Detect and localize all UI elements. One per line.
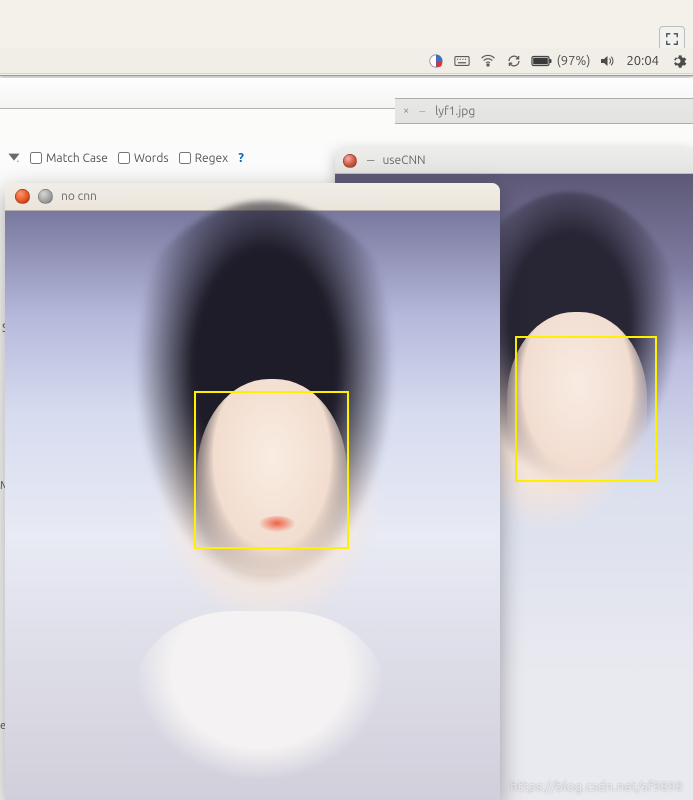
- window-nocnn-content: [5, 211, 500, 800]
- close-icon[interactable]: [343, 154, 357, 168]
- window-usecnn-title: useCNN: [382, 154, 425, 167]
- volume-icon: [599, 53, 615, 69]
- window-nocnn-title: no cnn: [61, 190, 97, 203]
- regex-option[interactable]: Regex: [179, 152, 229, 165]
- minimize-icon[interactable]: [38, 189, 53, 204]
- system-panel: (97%) 20:04: [0, 48, 693, 74]
- tab-title: lyf1.jpg: [435, 105, 475, 118]
- find-bar: . Match Case Words Regex ?: [0, 146, 356, 170]
- regex-label: Regex: [195, 152, 229, 165]
- battery-indicator[interactable]: (97%): [531, 54, 591, 68]
- gear-icon: [669, 52, 687, 70]
- close-icon[interactable]: [15, 189, 30, 204]
- face-bbox: [515, 336, 657, 482]
- keyboard-icon: [454, 53, 470, 69]
- words-option[interactable]: Words: [118, 152, 169, 165]
- clock[interactable]: 20:04: [624, 54, 661, 68]
- globe-icon: [428, 53, 444, 69]
- document-tab-lyf1[interactable]: × – lyf1.jpg: [395, 98, 693, 124]
- minimize-icon[interactable]: –: [367, 155, 374, 165]
- window-nocnn[interactable]: no cnn: [5, 183, 500, 800]
- sync-indicator-icon[interactable]: [505, 52, 523, 70]
- indicator-app-icon[interactable]: [427, 52, 445, 70]
- face-bbox: [194, 391, 349, 549]
- system-settings-icon[interactable]: [669, 52, 687, 70]
- volume-indicator-icon[interactable]: [598, 52, 616, 70]
- wifi-indicator-icon[interactable]: [479, 52, 497, 70]
- tab-minimize-icon[interactable]: –: [419, 105, 425, 118]
- maximize-icon: [665, 32, 679, 46]
- battery-icon: [531, 55, 553, 67]
- regex-checkbox[interactable]: [179, 152, 191, 164]
- find-help-button[interactable]: ?: [238, 151, 244, 165]
- photo-placeholder-dress: [135, 611, 385, 800]
- battery-percent: (97%): [557, 54, 591, 68]
- match-case-checkbox[interactable]: [30, 152, 42, 164]
- tab-close-icon[interactable]: ×: [403, 105, 409, 117]
- find-dropdown-button[interactable]: .: [6, 149, 20, 167]
- words-checkbox[interactable]: [118, 152, 130, 164]
- match-case-label: Match Case: [46, 152, 108, 165]
- sync-icon: [506, 53, 522, 69]
- keyboard-indicator-icon[interactable]: [453, 52, 471, 70]
- window-usecnn-titlebar[interactable]: – useCNN: [335, 148, 693, 174]
- desktop-root: (97%) 20:04 × – lyf1.jpg .: [0, 0, 693, 800]
- match-case-option[interactable]: Match Case: [30, 152, 108, 165]
- wifi-icon: [480, 53, 496, 69]
- words-label: Words: [134, 152, 169, 165]
